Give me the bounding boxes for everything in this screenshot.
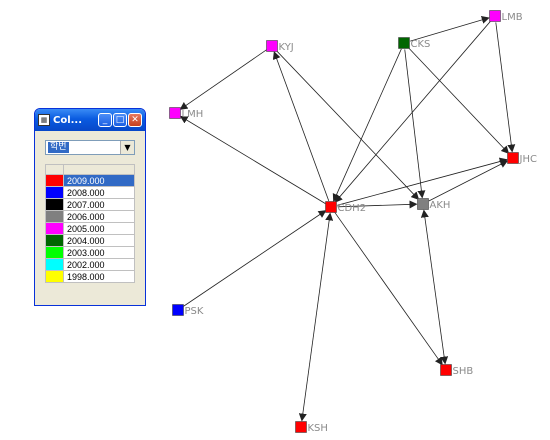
node-cdh2[interactable]: CDH2 (325, 201, 367, 215)
node-ksh[interactable]: KSH (295, 421, 328, 435)
legend-value-label: 2005.000 (63, 222, 135, 235)
legend-row[interactable]: 2005.000 (45, 222, 135, 235)
legend-color-swatch (45, 198, 64, 211)
node-jhc[interactable]: JHC (507, 152, 537, 166)
legend-row[interactable]: 2002.000 (45, 258, 135, 271)
legend-color-swatch (45, 258, 64, 271)
legend-value-label: 2006.000 (63, 210, 135, 223)
legend-color-swatch (45, 246, 64, 259)
edge-akh-jhc (428, 160, 509, 202)
node-label: CKS (411, 39, 431, 50)
legend-row[interactable]: 2009.000 (45, 174, 135, 187)
legend-titlebar[interactable]: ▦ Col... _ □ ✕ (35, 109, 145, 131)
minimize-button[interactable]: _ (98, 113, 112, 127)
node-psk[interactable]: PSK (172, 304, 204, 318)
legend-color-swatch (45, 222, 64, 235)
maximize-button[interactable]: □ (113, 113, 127, 127)
node-label: KSH (308, 423, 328, 434)
edge-cks-akh (404, 49, 426, 199)
legend-row[interactable]: 2008.000 (45, 186, 135, 199)
legend-color-swatch (45, 270, 64, 283)
legend-color-swatch (45, 210, 64, 223)
node-shb[interactable]: SHB (440, 364, 474, 378)
legend-value-label: 2008.000 (63, 186, 135, 199)
edge-cks-jhc (408, 47, 510, 155)
legend-row[interactable]: 2007.000 (45, 198, 135, 211)
node-square[interactable] (169, 107, 181, 119)
edge-cks-lmb (410, 16, 490, 42)
legend-value-label: 2003.000 (63, 246, 135, 259)
node-label: JHC (519, 154, 537, 165)
node-square[interactable] (507, 152, 519, 164)
attribute-dropdown-value: 학번 (48, 142, 69, 153)
attribute-dropdown[interactable]: 학번 ▼ (45, 140, 135, 155)
node-label: LMH (182, 109, 204, 120)
legend-row[interactable]: 2003.000 (45, 246, 135, 259)
close-button[interactable]: ✕ (128, 113, 142, 127)
edge-cdh2-shb (334, 212, 443, 366)
legend-value-label: 1998.000 (63, 270, 135, 283)
edge-lmb-jhc (495, 22, 516, 153)
node-label: PSK (185, 306, 204, 317)
edge-cdh2-kyj (272, 51, 330, 202)
node-akh[interactable]: AKH (417, 198, 451, 212)
node-lmb[interactable]: LMB (489, 10, 523, 24)
node-square[interactable] (325, 201, 337, 213)
node-label: SHB (453, 366, 474, 377)
edge-cdh2-lmh (179, 115, 326, 204)
node-square[interactable] (266, 40, 278, 52)
legend-row[interactable]: 2006.000 (45, 210, 135, 223)
legend-value-label: 2009.000 (63, 174, 135, 187)
node-square[interactable] (440, 364, 452, 376)
node-kyj[interactable]: KYJ (266, 40, 294, 54)
edge-cdh2-ksh (298, 212, 334, 422)
node-label: CDH2 (338, 203, 367, 214)
edge-akh-shb (420, 209, 449, 365)
legend-value-label: 2004.000 (63, 234, 135, 247)
edge-psk-cdh2 (183, 210, 327, 307)
legend-color-swatch (45, 234, 64, 247)
node-lmh[interactable]: LMH (169, 107, 204, 121)
legend-row[interactable]: 1998.000 (45, 270, 135, 283)
node-label: AKH (430, 200, 451, 211)
legend-color-swatch (45, 174, 64, 187)
node-square[interactable] (172, 304, 184, 316)
legend-window-title: Col... (53, 114, 83, 126)
node-square[interactable] (398, 37, 410, 49)
node-square[interactable] (489, 10, 501, 22)
app-icon: ▦ (38, 114, 50, 126)
node-square[interactable] (417, 198, 429, 210)
legend-header-row (45, 164, 135, 175)
edge-cks-cdh2 (332, 48, 402, 202)
color-legend-table: 2009.000 2008.000 2007.000 2006.000 2005.000… (45, 164, 135, 283)
legend-row[interactable]: 2004.000 (45, 234, 135, 247)
edge-kyj-lmh (179, 49, 267, 110)
legend-value-label: 2007.000 (63, 198, 135, 211)
legend-value-label: 2002.000 (63, 258, 135, 271)
chevron-down-icon[interactable]: ▼ (120, 141, 134, 154)
node-label: LMB (502, 12, 523, 23)
color-legend-window[interactable]: ▦ Col... _ □ ✕ 학번 ▼ 2009.000 2008.000 2007… (34, 108, 146, 306)
edge-kyj-akh (276, 50, 420, 201)
node-square[interactable] (295, 421, 307, 433)
legend-color-swatch (45, 186, 64, 199)
node-cks[interactable]: CKS (398, 37, 431, 51)
node-label: KYJ (279, 42, 294, 53)
